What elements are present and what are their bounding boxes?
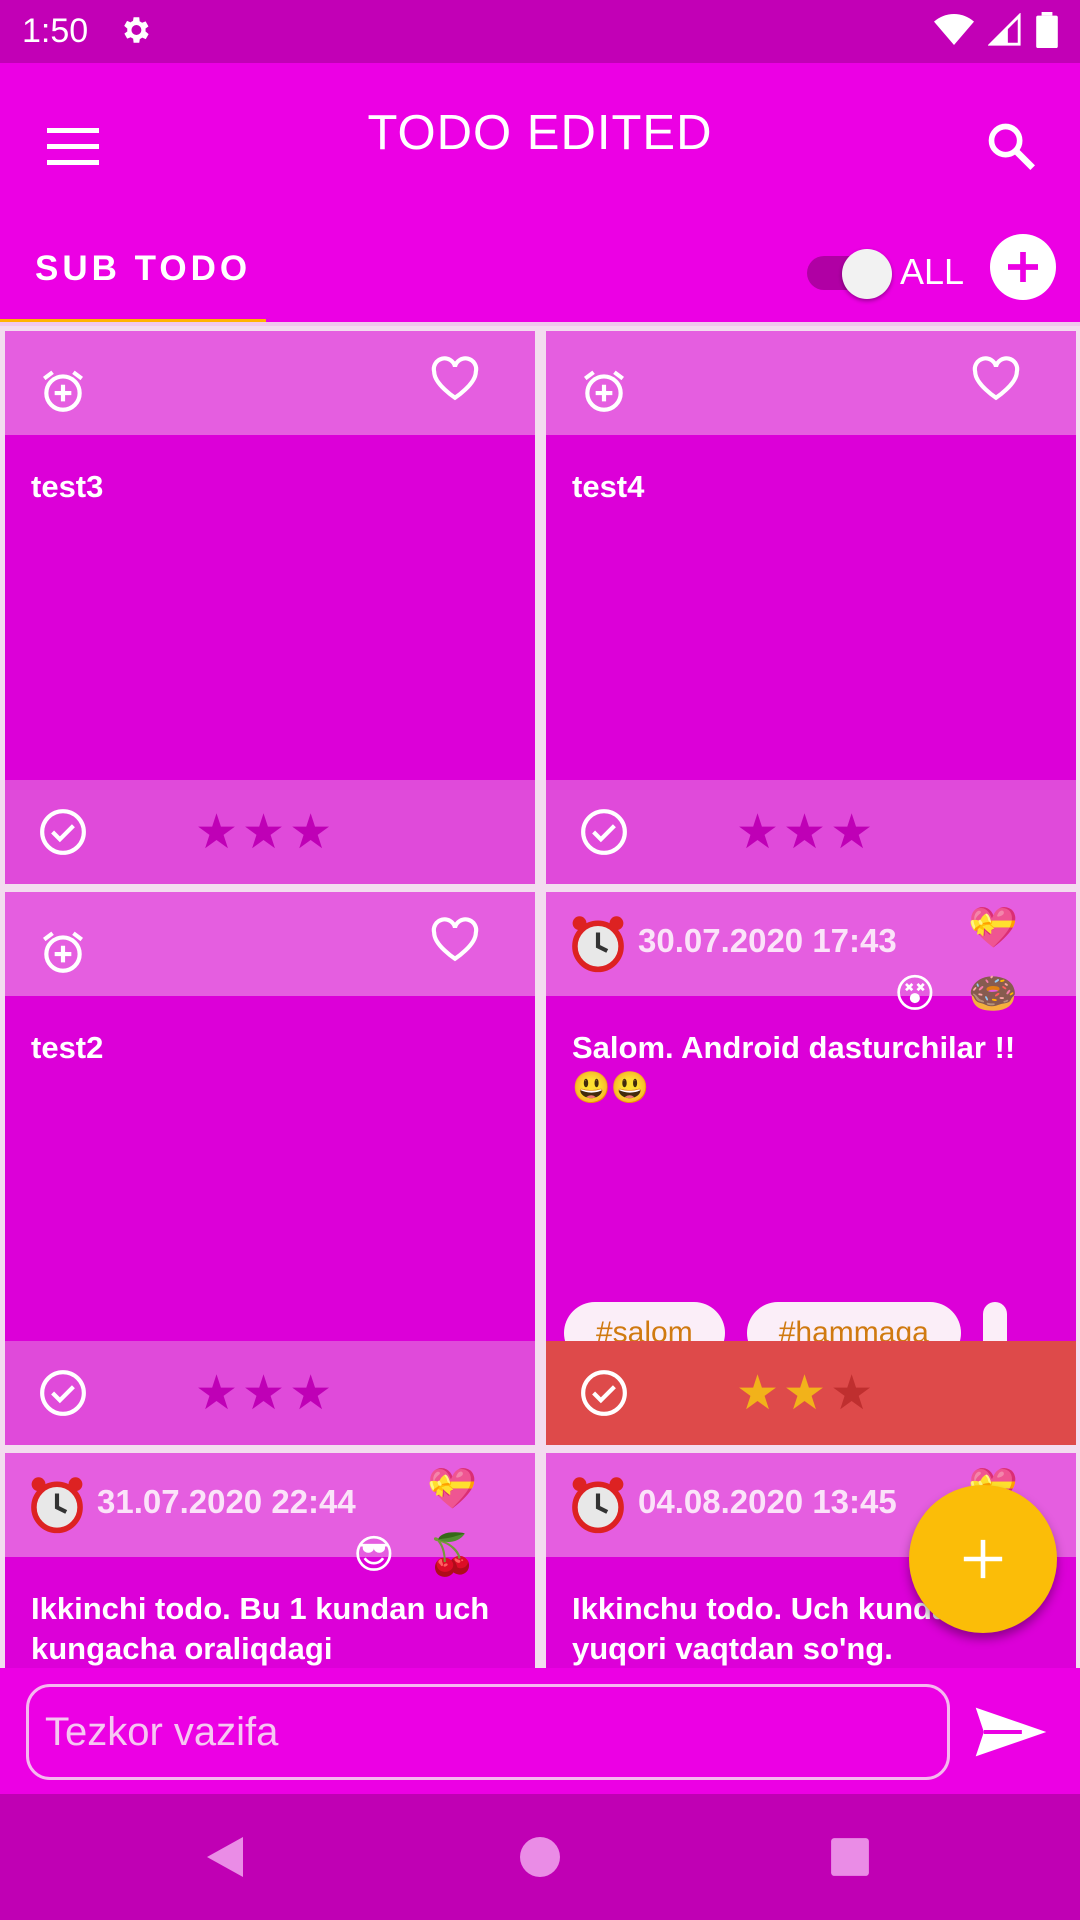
system-nav-bar	[0, 1794, 1080, 1920]
settings-icon	[118, 13, 152, 51]
dizzy-face-icon: 😵	[894, 971, 936, 1017]
heart-gift-icon: 💝	[968, 905, 1018, 951]
toggle-thumb	[842, 249, 892, 299]
rating-stars[interactable]: ★ ★ ★	[195, 808, 332, 856]
card-emoji-line: 😃😃	[572, 1070, 650, 1105]
status-bar: 1:50	[0, 0, 1080, 63]
add-alarm-icon[interactable]	[33, 922, 93, 982]
add-todo-button[interactable]	[990, 234, 1056, 300]
rating-stars[interactable]: ★ ★ ★	[736, 1369, 873, 1417]
card-text: Salom. Android dasturchilar !! 😃😃	[572, 1028, 1046, 1108]
plus-icon	[963, 1539, 1003, 1579]
send-icon[interactable]	[966, 1694, 1056, 1770]
status-time: 1:50	[22, 12, 89, 50]
cool-face-icon: 😎	[353, 1532, 395, 1578]
star-icon[interactable]: ★	[195, 808, 238, 856]
card-text-line: Salom. Android dasturchilar !!	[572, 1030, 1016, 1065]
quick-task-input[interactable]	[26, 1684, 950, 1780]
signal-icon	[987, 11, 1022, 51]
star-icon[interactable]: ★	[783, 808, 826, 856]
check-circle-icon[interactable]	[33, 802, 93, 862]
check-circle-icon[interactable]	[574, 1363, 634, 1423]
star-icon[interactable]: ★	[289, 1369, 332, 1417]
check-circle-icon[interactable]	[574, 802, 634, 862]
star-icon[interactable]: ★	[242, 808, 285, 856]
donut-icon: 🍩	[968, 971, 1018, 1017]
star-icon[interactable]: ★	[736, 1369, 779, 1417]
todo-card[interactable]: test2 ★ ★ ★	[5, 892, 535, 1445]
todo-grid[interactable]: test3 ★ ★ ★ test4 ★ ★ ★ test2 ★ ★ ★ 30.0…	[0, 326, 1080, 1668]
home-icon[interactable]	[505, 1824, 575, 1890]
tab-sub-todo[interactable]: SUB TODO	[0, 185, 266, 325]
star-icon[interactable]: ★	[783, 1369, 826, 1417]
plus-icon	[1008, 252, 1038, 282]
todo-card[interactable]: test3 ★ ★ ★	[5, 331, 535, 884]
card-text: test4	[572, 469, 645, 504]
back-icon[interactable]	[190, 1824, 260, 1890]
todo-card[interactable]: 31.07.2020 22:44 💝 😎 🍒 Ikkinchi todo. Bu…	[5, 1453, 535, 1668]
due-date: 30.07.2020 17:43	[638, 922, 897, 959]
card-text: test2	[31, 1030, 104, 1065]
search-icon[interactable]	[976, 111, 1046, 181]
alarm-clock-icon	[570, 1475, 626, 1535]
all-toggle[interactable]	[805, 244, 892, 299]
rating-stars[interactable]: ★ ★ ★	[736, 808, 873, 856]
todo-card[interactable]: test4 ★ ★ ★	[546, 331, 1076, 884]
battery-icon	[1036, 11, 1058, 52]
star-icon[interactable]: ★	[736, 808, 779, 856]
heart-gift-icon: 💝	[427, 1466, 477, 1512]
star-icon[interactable]: ★	[242, 1369, 285, 1417]
favorite-icon[interactable]	[425, 349, 485, 409]
tab-label: SUB TODO	[35, 249, 252, 288]
star-icon[interactable]: ★	[289, 808, 332, 856]
cherry-icon: 🍒	[427, 1532, 477, 1578]
page-title: TODO EDITED	[367, 106, 713, 160]
star-icon[interactable]: ★	[195, 1369, 238, 1417]
wifi-icon	[934, 13, 974, 51]
due-date: 31.07.2020 22:44	[97, 1483, 356, 1520]
favorite-icon[interactable]	[966, 349, 1026, 409]
alarm-clock-icon	[570, 914, 626, 974]
add-alarm-icon[interactable]	[33, 361, 93, 421]
all-label: ALL	[900, 251, 965, 292]
alarm-clock-icon	[29, 1475, 85, 1535]
favorite-icon[interactable]	[425, 910, 485, 970]
card-text: Ikkinchi todo. Bu 1 kundan uch kungacha …	[31, 1591, 490, 1666]
due-date: 04.08.2020 13:45	[638, 1483, 897, 1520]
add-fab-button[interactable]	[909, 1485, 1057, 1633]
quick-task-bar	[0, 1668, 1080, 1794]
add-alarm-icon[interactable]	[574, 361, 634, 421]
star-icon[interactable]: ★	[830, 1369, 873, 1417]
star-icon[interactable]: ★	[830, 808, 873, 856]
todo-card[interactable]: 30.07.2020 17:43 💝 😵 🍩 Salom. Android da…	[546, 892, 1076, 1445]
rating-stars[interactable]: ★ ★ ★	[195, 1369, 332, 1417]
check-circle-icon[interactable]	[33, 1363, 93, 1423]
card-text: test3	[31, 469, 104, 504]
recents-icon[interactable]	[815, 1824, 885, 1890]
